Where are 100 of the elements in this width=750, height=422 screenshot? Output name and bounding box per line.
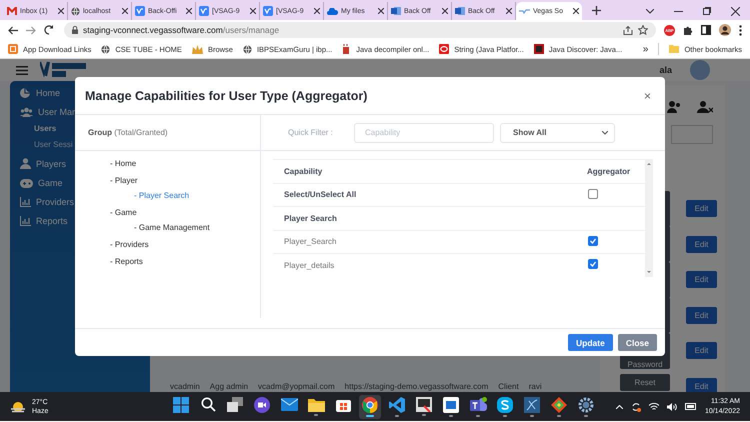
wifi-icon[interactable] xyxy=(648,402,659,410)
square-icon xyxy=(534,44,544,54)
checkbox[interactable] xyxy=(588,236,598,246)
close-icon[interactable] xyxy=(58,8,64,14)
close-icon[interactable] xyxy=(186,8,192,14)
users-icon[interactable] xyxy=(667,101,681,113)
chevron-up-icon[interactable] xyxy=(616,404,623,408)
taskbar-app[interactable] xyxy=(494,394,516,418)
new-tab-icon[interactable] xyxy=(592,6,601,15)
capability-name: Player_Search xyxy=(283,237,338,246)
table-cell: ravi xyxy=(528,382,542,392)
table-cell: Client xyxy=(498,382,519,392)
user-name: ala xyxy=(659,65,672,75)
tree-item[interactable]: - Game xyxy=(110,208,260,217)
tree-item[interactable]: - Player Search xyxy=(134,191,260,200)
globe-icon xyxy=(242,44,252,54)
scroll-up-icon[interactable] xyxy=(645,161,653,167)
window-icon[interactable] xyxy=(443,396,459,412)
document-icon xyxy=(455,6,465,16)
task-view-icon[interactable] xyxy=(227,397,243,412)
chevron-icon[interactable] xyxy=(646,8,654,14)
diamond-icon[interactable] xyxy=(551,396,567,412)
close-button[interactable]: × xyxy=(640,88,655,102)
capability-name: Player_details xyxy=(283,260,336,270)
cup-icon xyxy=(342,44,352,54)
scroll-down-icon[interactable] xyxy=(645,268,653,274)
teams-icon[interactable] xyxy=(470,396,486,412)
tree-item[interactable]: - Reports xyxy=(110,257,260,266)
checkbox[interactable] xyxy=(588,188,598,199)
speaker-icon[interactable] xyxy=(666,402,677,410)
forward-icon[interactable] xyxy=(26,26,36,34)
logo-icon xyxy=(263,6,273,16)
tree-item[interactable]: - Providers xyxy=(110,240,260,249)
group-heading: Player Search xyxy=(283,214,338,223)
globe-icon xyxy=(71,6,80,16)
update-button[interactable]: Update xyxy=(568,334,613,351)
store-icon[interactable] xyxy=(336,397,350,412)
battery-icon[interactable] xyxy=(684,403,697,410)
taskbar-app[interactable] xyxy=(359,394,381,418)
share-icon[interactable] xyxy=(623,26,633,34)
close-icon[interactable] xyxy=(442,8,448,14)
sync-icon[interactable] xyxy=(630,402,641,412)
settings-icon[interactable] xyxy=(578,396,594,412)
search-field[interactable] xyxy=(671,125,713,144)
more-bookmarks-button[interactable]: » xyxy=(642,44,648,54)
table-cell: vcadmin xyxy=(170,382,200,392)
tree-item[interactable]: - Home xyxy=(110,159,260,168)
restore-icon[interactable] xyxy=(703,7,711,15)
dialog-title: Manage Capabilities for User Type (Aggregator) xyxy=(85,88,368,102)
action-button[interactable]: Reset xyxy=(620,374,670,391)
globe-icon xyxy=(101,44,110,54)
menu-icon[interactable] xyxy=(739,24,742,36)
puzzle-icon[interactable] xyxy=(683,25,693,35)
taskbar-app[interactable] xyxy=(467,394,489,418)
close-icon[interactable] xyxy=(731,6,740,16)
mail-icon[interactable] xyxy=(280,398,298,411)
remove-user-icon[interactable] xyxy=(697,101,713,113)
tree-item[interactable]: - Player xyxy=(110,176,260,185)
search-icon[interactable] xyxy=(200,397,216,412)
side-panel-icon[interactable] xyxy=(701,25,711,35)
users-icon xyxy=(20,107,33,117)
folder-icon[interactable] xyxy=(308,398,324,412)
address-bar[interactable]: staging-vconnect.vegassoftware.com/users/manage xyxy=(64,22,656,38)
back-icon[interactable] xyxy=(8,26,18,34)
windows-icon[interactable] xyxy=(173,396,189,412)
close-button[interactable]: Close xyxy=(618,334,657,351)
close-icon[interactable] xyxy=(250,8,256,14)
checkbox[interactable] xyxy=(588,259,598,270)
table-cell: vcadm@yopmail.com xyxy=(258,382,335,392)
close-icon[interactable] xyxy=(573,8,579,14)
skype-icon[interactable] xyxy=(497,396,513,412)
gamepad-icon xyxy=(20,178,33,188)
logo-icon xyxy=(135,6,145,16)
close-icon[interactable] xyxy=(122,8,128,14)
taskbar-app[interactable] xyxy=(521,394,543,418)
filter-input[interactable]: Capability xyxy=(354,122,494,142)
reload-icon[interactable] xyxy=(44,25,54,35)
pie-icon xyxy=(20,87,31,98)
cloud-icon xyxy=(327,8,338,14)
close-icon[interactable] xyxy=(378,8,384,14)
scrollbar[interactable] xyxy=(645,159,653,276)
close-icon[interactable] xyxy=(314,8,320,14)
close-icon[interactable] xyxy=(506,8,512,14)
star-icon[interactable] xyxy=(638,25,648,35)
crown-icon xyxy=(192,44,203,54)
taskbar-app[interactable] xyxy=(440,394,462,418)
code-editor-icon[interactable] xyxy=(389,396,405,412)
profile-avatar[interactable] xyxy=(719,24,731,36)
chrome-icon[interactable] xyxy=(362,396,378,412)
taskbar-app[interactable] xyxy=(413,394,435,418)
filter-select[interactable]: Show All xyxy=(500,122,615,142)
database-icon[interactable] xyxy=(524,396,540,412)
video-icon[interactable] xyxy=(254,396,270,412)
snipping-icon[interactable] xyxy=(416,397,432,412)
tree-item[interactable]: - Game Management xyxy=(134,223,260,232)
logo-icon xyxy=(519,8,530,14)
table-cell: https://staging-demo.vegassoftware.com xyxy=(344,382,488,392)
document-icon xyxy=(391,6,401,16)
weather-icon xyxy=(10,400,26,414)
minimize-icon[interactable] xyxy=(674,10,683,12)
